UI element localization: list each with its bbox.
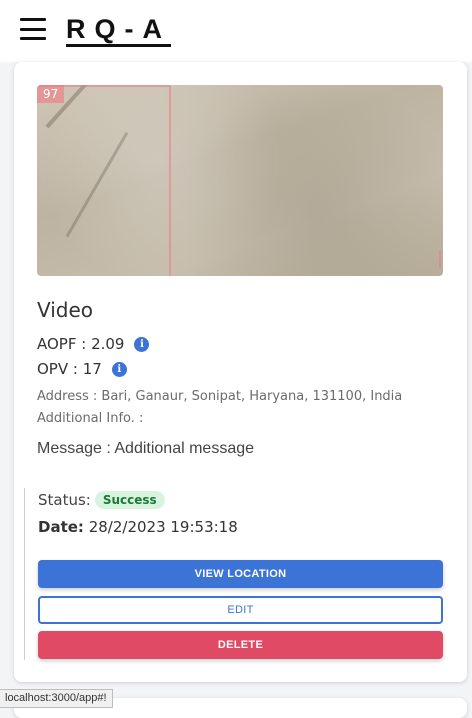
status-label: Status: <box>38 491 91 509</box>
opv-label: OPV : 17 <box>37 360 102 378</box>
edit-button[interactable]: EDIT <box>38 596 443 624</box>
date-label: Date: <box>38 518 84 536</box>
browser-status-url: localhost:3000/app#! <box>0 689 113 708</box>
detection-box <box>37 85 171 276</box>
detection-label: 97 <box>37 85 65 103</box>
top-app-bar: RQ-A <box>0 0 472 62</box>
delete-button[interactable]: DELETE <box>38 631 443 659</box>
video-thumbnail[interactable]: 97 <box>37 85 443 276</box>
status-badge: Success <box>94 491 165 509</box>
date-value: 28/2/2023 19:53:18 <box>88 518 238 536</box>
additional-info-text: Additional Info. : <box>37 411 144 426</box>
info-icon[interactable]: i <box>111 361 127 377</box>
card-title: Video <box>37 298 94 322</box>
aopf-label: AOPF : 2.09 <box>37 335 125 353</box>
status-row: Status: Success <box>38 491 165 509</box>
hamburger-menu-icon[interactable] <box>20 18 46 40</box>
app-logo[interactable]: RQ-A <box>66 14 171 47</box>
address-text: Address : Bari, Ganaur, Sonipat, Haryana… <box>37 389 403 404</box>
aopf-metric: AOPF : 2.09 i <box>37 335 150 353</box>
record-card: 97 Video AOPF : 2.09 i OPV : 17 i Addres… <box>14 62 467 682</box>
opv-metric: OPV : 17 i <box>37 360 127 378</box>
message-text: Message : Additional message <box>37 440 255 457</box>
detection-box-edge <box>433 250 441 268</box>
date-row: Date: 28/2/2023 19:53:18 <box>38 518 238 536</box>
status-section: Status: Success Date: 28/2/2023 19:53:18… <box>24 488 444 660</box>
info-icon[interactable]: i <box>134 336 150 352</box>
view-location-button[interactable]: VIEW LOCATION <box>38 560 443 588</box>
